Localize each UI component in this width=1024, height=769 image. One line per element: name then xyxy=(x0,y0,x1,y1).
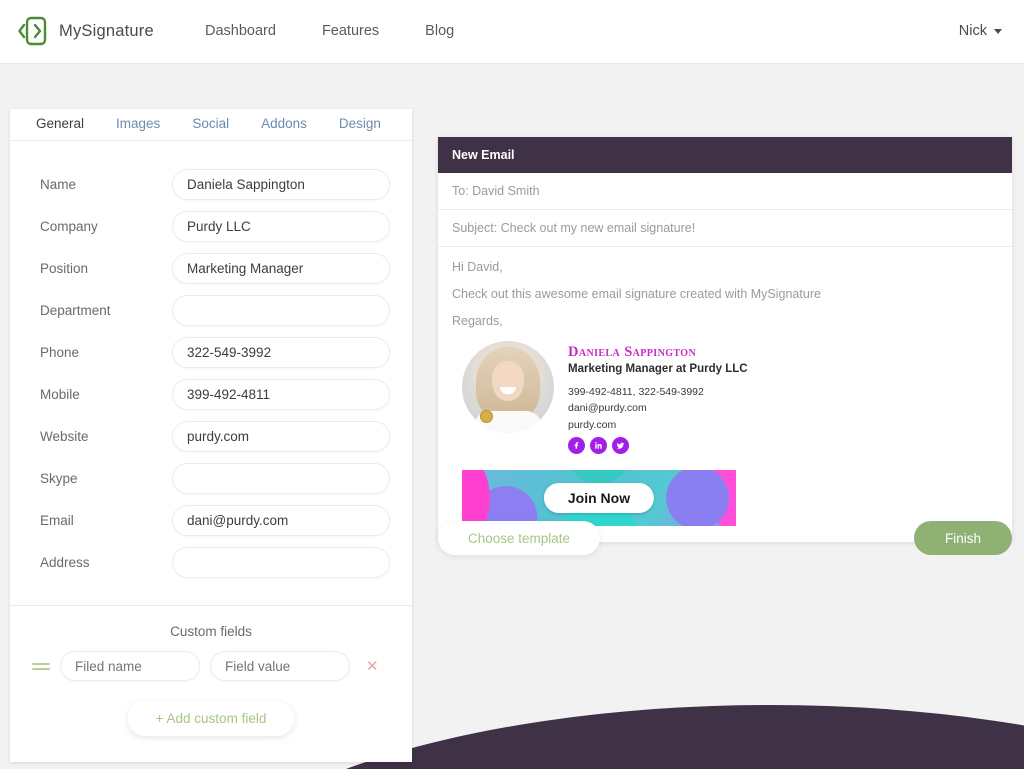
nav-link-dashboard[interactable]: Dashboard xyxy=(205,23,276,39)
field-label-email: Email xyxy=(40,512,74,528)
preview-to-line: To: David Smith xyxy=(438,173,1012,210)
skype-input[interactable] xyxy=(172,462,390,494)
email-preview-panel: New Email To: David Smith Subject: Check… xyxy=(438,137,1012,542)
preview-subject-line: Subject: Check out my new email signatur… xyxy=(438,210,1012,247)
email-input[interactable] xyxy=(172,504,390,536)
brand-name: MySignature xyxy=(59,21,154,40)
custom-field-row: ✕ xyxy=(10,651,412,681)
website-input[interactable] xyxy=(172,420,390,452)
department-input[interactable] xyxy=(172,294,390,326)
preview-greeting: Hi David, xyxy=(452,260,503,274)
code-brackets-icon xyxy=(16,14,50,48)
signature-info: Daniela Sappington Marketing Manager at … xyxy=(568,341,748,454)
field-label-department: Department xyxy=(40,302,111,318)
avatar-photo xyxy=(462,341,554,433)
nav-links: Dashboard Features Blog xyxy=(205,23,454,39)
general-fields: Name Company Position Department Phone M… xyxy=(10,141,412,593)
phone-input[interactable] xyxy=(172,336,390,368)
preview-closing: Regards, xyxy=(452,314,503,328)
preview-actions: Choose template Finish xyxy=(438,521,1012,555)
position-input[interactable] xyxy=(172,252,390,284)
editor-tabs: General Images Social Addons Design xyxy=(10,109,412,140)
signature-title: Marketing Manager at Purdy LLC xyxy=(568,363,748,375)
custom-field-value-input[interactable] xyxy=(210,651,350,681)
field-row-email: Email xyxy=(22,499,400,541)
field-row-position: Position xyxy=(22,247,400,289)
tab-design[interactable]: Design xyxy=(323,116,397,140)
field-label-company: Company xyxy=(40,218,98,234)
page-root: MySignature Dashboard Features Blog Nick… xyxy=(0,0,1024,769)
tab-general[interactable]: General xyxy=(20,116,100,140)
add-custom-field-wrap: + Add custom field xyxy=(10,681,412,762)
twitter-icon[interactable] xyxy=(612,436,629,454)
nav-link-blog[interactable]: Blog xyxy=(425,23,454,39)
tab-images[interactable]: Images xyxy=(100,116,176,140)
promo-banner[interactable]: Join Now xyxy=(462,469,736,526)
signature-name: Daniela Sappington xyxy=(568,344,697,360)
close-icon[interactable]: ✕ xyxy=(366,657,379,675)
preview-body: Hi David, Check out this awesome email s… xyxy=(438,247,1012,542)
custom-fields-title: Custom fields xyxy=(170,624,252,639)
field-row-address: Address xyxy=(22,541,400,583)
nav-link-features[interactable]: Features xyxy=(322,23,379,39)
name-input[interactable] xyxy=(172,168,390,200)
field-row-website: Website xyxy=(22,415,400,457)
field-row-department: Department xyxy=(22,289,400,331)
preview-message: Check out this awesome email signature c… xyxy=(452,287,821,301)
top-navbar: MySignature Dashboard Features Blog Nick xyxy=(0,0,1024,64)
field-label-address: Address xyxy=(40,554,90,570)
signature-social-links xyxy=(568,436,748,454)
custom-field-name-input[interactable] xyxy=(60,651,200,681)
signature-phones: 399-492-4811, 322-549-3992 xyxy=(568,386,704,398)
field-label-name: Name xyxy=(40,176,77,192)
signature-website: purdy.com xyxy=(568,418,617,431)
signature-email: dani@purdy.com xyxy=(568,402,647,415)
email-signature: Daniela Sappington Marketing Manager at … xyxy=(452,341,998,454)
field-row-mobile: Mobile xyxy=(22,373,400,415)
tab-addons[interactable]: Addons xyxy=(245,116,323,140)
field-label-website: Website xyxy=(40,428,89,444)
mobile-input[interactable] xyxy=(172,378,390,410)
choose-template-button[interactable]: Choose template xyxy=(438,521,601,555)
user-menu[interactable]: Nick xyxy=(959,23,1002,39)
chevron-down-icon xyxy=(994,28,1002,34)
company-input[interactable] xyxy=(172,210,390,242)
field-label-position: Position xyxy=(40,260,89,276)
tab-social[interactable]: Social xyxy=(176,116,245,140)
field-row-phone: Phone xyxy=(22,331,400,373)
add-custom-field-button[interactable]: + Add custom field xyxy=(127,701,295,736)
drag-handle-icon[interactable] xyxy=(32,662,50,670)
facebook-icon[interactable] xyxy=(568,436,585,454)
field-label-mobile: Mobile xyxy=(40,386,80,402)
user-menu-label: Nick xyxy=(958,23,987,39)
field-row-skype: Skype xyxy=(22,457,400,499)
finish-button[interactable]: Finish xyxy=(914,521,1012,555)
signature-editor-panel: General Images Social Addons Design Name… xyxy=(10,109,412,762)
signature-contact: 399-492-4811, 322-549-3992 dani@purdy.co… xyxy=(568,384,748,433)
field-row-company: Company xyxy=(22,205,400,247)
address-input[interactable] xyxy=(172,546,390,578)
brand-logo[interactable]: MySignature xyxy=(16,14,154,48)
field-label-skype: Skype xyxy=(40,470,78,486)
linkedin-icon[interactable] xyxy=(590,436,607,454)
field-label-phone: Phone xyxy=(40,344,80,360)
preview-window-title: New Email xyxy=(438,137,1012,173)
join-now-button[interactable]: Join Now xyxy=(543,482,655,513)
field-row-name: Name xyxy=(22,163,400,205)
